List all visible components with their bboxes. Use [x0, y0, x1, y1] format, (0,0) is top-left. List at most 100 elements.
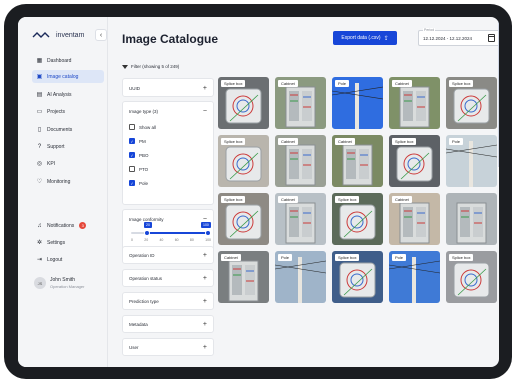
conformity-filter: Image conformity − 20 100 0 20 40 60 80 … [122, 209, 214, 251]
operation-id-filter[interactable]: Operation ID + [122, 246, 214, 264]
image-thumbnail[interactable]: Cabinet [275, 135, 326, 187]
image-thumbnail[interactable]: Splice box [332, 193, 383, 245]
sidebar-item-notifications[interactable]: ♫ Notifications 3 [32, 219, 104, 232]
filter-header: Filter (showing 5 of 249) [122, 64, 179, 69]
filter-label: Prediction type [129, 299, 159, 304]
sidebar-item-monitoring[interactable]: ♡ Monitoring [32, 175, 104, 188]
plus-icon[interactable]: + [203, 252, 207, 259]
checkbox[interactable]: ✓ [129, 138, 135, 144]
sidebar-item-label: Support [47, 143, 65, 150]
sidebar-item-dashboard[interactable]: ▦ Dashboard [32, 54, 104, 67]
image-type-filter: Image type (3) − Show all ✓ PM ✓ PBO PTO… [122, 101, 214, 205]
sidebar-item-kpi[interactable]: ◎ KPI [32, 157, 104, 170]
sidebar-item-projects[interactable]: ▭ Projects [32, 105, 104, 118]
checkbox[interactable] [129, 124, 135, 130]
sidebar-item-support[interactable]: ? Support [32, 140, 104, 153]
image-thumbnail[interactable]: Splice box [389, 135, 440, 187]
plus-icon[interactable]: + [203, 298, 207, 305]
image-thumbnail[interactable]: Pole [332, 77, 383, 129]
slider-tick: 100 [205, 238, 211, 242]
user-profile[interactable]: JS John Smith Operation Manager [34, 277, 84, 289]
slider-tick: 40 [159, 238, 164, 242]
plus-icon[interactable]: + [203, 275, 207, 282]
metadata-filter[interactable]: Metadata + [122, 315, 214, 333]
checkbox[interactable]: ✓ [129, 180, 135, 186]
checkbox[interactable] [129, 166, 135, 172]
image-type-label: Image type (3) [129, 109, 159, 114]
cabinet-photo [456, 202, 487, 244]
upload-icon: ⇪ [383, 35, 389, 42]
slider-min-value: 20 [144, 222, 152, 228]
sidebar-item-label: Projects [47, 108, 66, 115]
image-type-tag: Pole [278, 254, 293, 261]
sidebar-item-settings[interactable]: ✲ Settings [32, 236, 104, 249]
period-date-picker[interactable]: Period 12.12.2024 - 12.12.2024 [418, 28, 499, 46]
prediction-type-filter[interactable]: Prediction type + [122, 292, 214, 310]
slider-range [147, 232, 209, 234]
option-pbo[interactable]: ✓ PBO [129, 152, 149, 158]
option-label: Pole [139, 180, 149, 186]
filter-label: Operation status [129, 276, 163, 281]
plus-icon[interactable]: + [203, 321, 207, 328]
option-label: PTO [139, 166, 149, 172]
operation-status-filter[interactable]: Operation status + [122, 269, 214, 287]
image-type-tag: Pole [335, 80, 350, 87]
image-type-tag: Splice box [335, 254, 360, 261]
export-csv-button[interactable]: Export data (.csv) ⇪ [333, 31, 397, 45]
image-type-tag: Cabinet [278, 196, 298, 203]
image-thumbnail[interactable]: Cabinet [389, 77, 440, 129]
uuid-filter[interactable]: UUID + [122, 78, 214, 97]
folder-icon: ▭ [36, 108, 43, 115]
slider-ticks: 0 20 40 60 80 100 [131, 238, 211, 242]
option-pole[interactable]: ✓ Pole [129, 180, 148, 186]
image-thumbnail[interactable]: Cabinet [275, 77, 326, 129]
image-thumbnail[interactable]: Splice box [218, 135, 269, 187]
image-thumbnail[interactable]: Pole [275, 251, 326, 303]
sidebar: inventam ‹ ▦ Dashboard ▣ Image catalog ▤… [18, 17, 108, 367]
option-show-all[interactable]: Show all [129, 124, 156, 130]
sidebar-item-image-catalog[interactable]: ▣ Image catalog [32, 70, 104, 83]
minus-icon[interactable]: − [203, 108, 207, 115]
filter-label: Metadata [129, 322, 148, 327]
slider-max-handle[interactable] [205, 230, 211, 236]
image-thumbnail[interactable]: Cabinet [332, 135, 383, 187]
image-thumbnail[interactable]: Pole [389, 251, 440, 303]
collapse-sidebar-button[interactable]: ‹ [95, 29, 107, 41]
image-type-tag: Splice box [392, 138, 417, 145]
image-type-tag: Cabinet [392, 80, 412, 87]
image-thumbnail[interactable]: Splice box [446, 77, 497, 129]
sidebar-item-label: Dashboard [47, 57, 72, 64]
image-type-tag: Pole [392, 254, 407, 261]
sidebar-item-ai-analysis[interactable]: ▤ AI Analysis [32, 88, 104, 101]
option-pto[interactable]: PTO [129, 166, 148, 172]
sidebar-item-logout[interactable]: ⇥ Logout [32, 253, 104, 266]
user-filter[interactable]: User + [122, 338, 214, 356]
image-thumbnail[interactable]: Splice box [218, 77, 269, 129]
logo: inventam [32, 31, 84, 39]
filter-count: Filter (showing 5 of 249) [131, 64, 180, 69]
image-thumbnail[interactable]: Splice box [332, 251, 383, 303]
sidebar-item-documents[interactable]: ▯ Documents [32, 123, 104, 136]
image-thumbnail[interactable] [446, 193, 497, 245]
image-type-tag: Cabinet [221, 254, 241, 261]
calendar-icon[interactable] [488, 34, 495, 42]
image-type-tag: Splice box [221, 80, 246, 87]
slider-min-handle[interactable] [144, 230, 150, 236]
image-thumbnail[interactable]: Cabinet [389, 193, 440, 245]
slider-tick: 20 [144, 238, 149, 242]
image-thumbnail[interactable]: Pole [446, 135, 497, 187]
option-pm[interactable]: ✓ PM [129, 138, 146, 144]
plus-icon[interactable]: + [203, 344, 207, 351]
image-thumbnail[interactable]: Cabinet [275, 193, 326, 245]
logo-text: inventam [56, 31, 85, 39]
image-thumbnail[interactable]: Splice box [446, 251, 497, 303]
sidebar-item-label: KPI [47, 160, 56, 167]
plus-icon[interactable]: + [203, 85, 207, 92]
slider-tick: 60 [174, 238, 179, 242]
image-thumbnail[interactable]: Splice box [218, 193, 269, 245]
image-grid: Splice box Cabinet Pole Cabinet Splice box Sp… [218, 77, 498, 317]
conformity-slider[interactable]: 20 100 [131, 222, 211, 236]
slider-tick: 80 [189, 238, 194, 242]
checkbox[interactable]: ✓ [129, 152, 135, 158]
image-thumbnail[interactable]: Cabinet [218, 251, 269, 303]
